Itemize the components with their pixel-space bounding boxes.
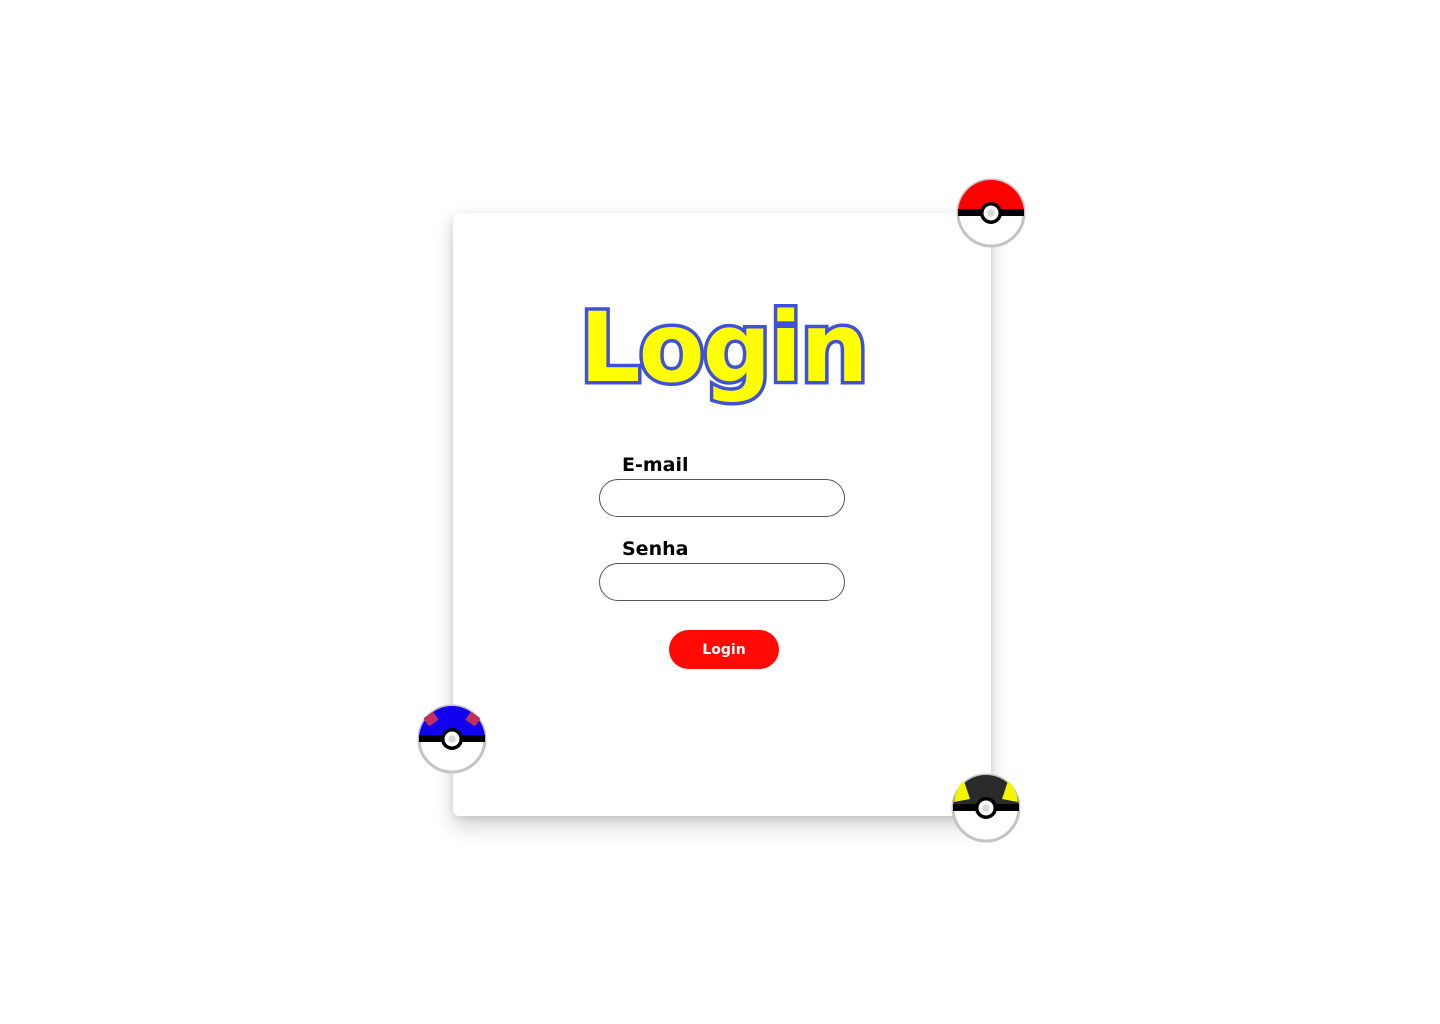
password-field[interactable] [599,563,845,601]
email-label: E-mail [622,454,689,476]
login-logo: Login [576,289,872,408]
login-page: Login E-mail Senha Login [0,0,1440,1024]
ultra-ball-icon [951,773,1021,843]
email-field[interactable] [599,479,845,517]
poke-ball-icon [956,178,1026,248]
login-title: Login [579,292,866,404]
great-ball-icon [417,704,487,774]
login-button[interactable]: Login [669,630,779,669]
password-label: Senha [622,538,689,560]
